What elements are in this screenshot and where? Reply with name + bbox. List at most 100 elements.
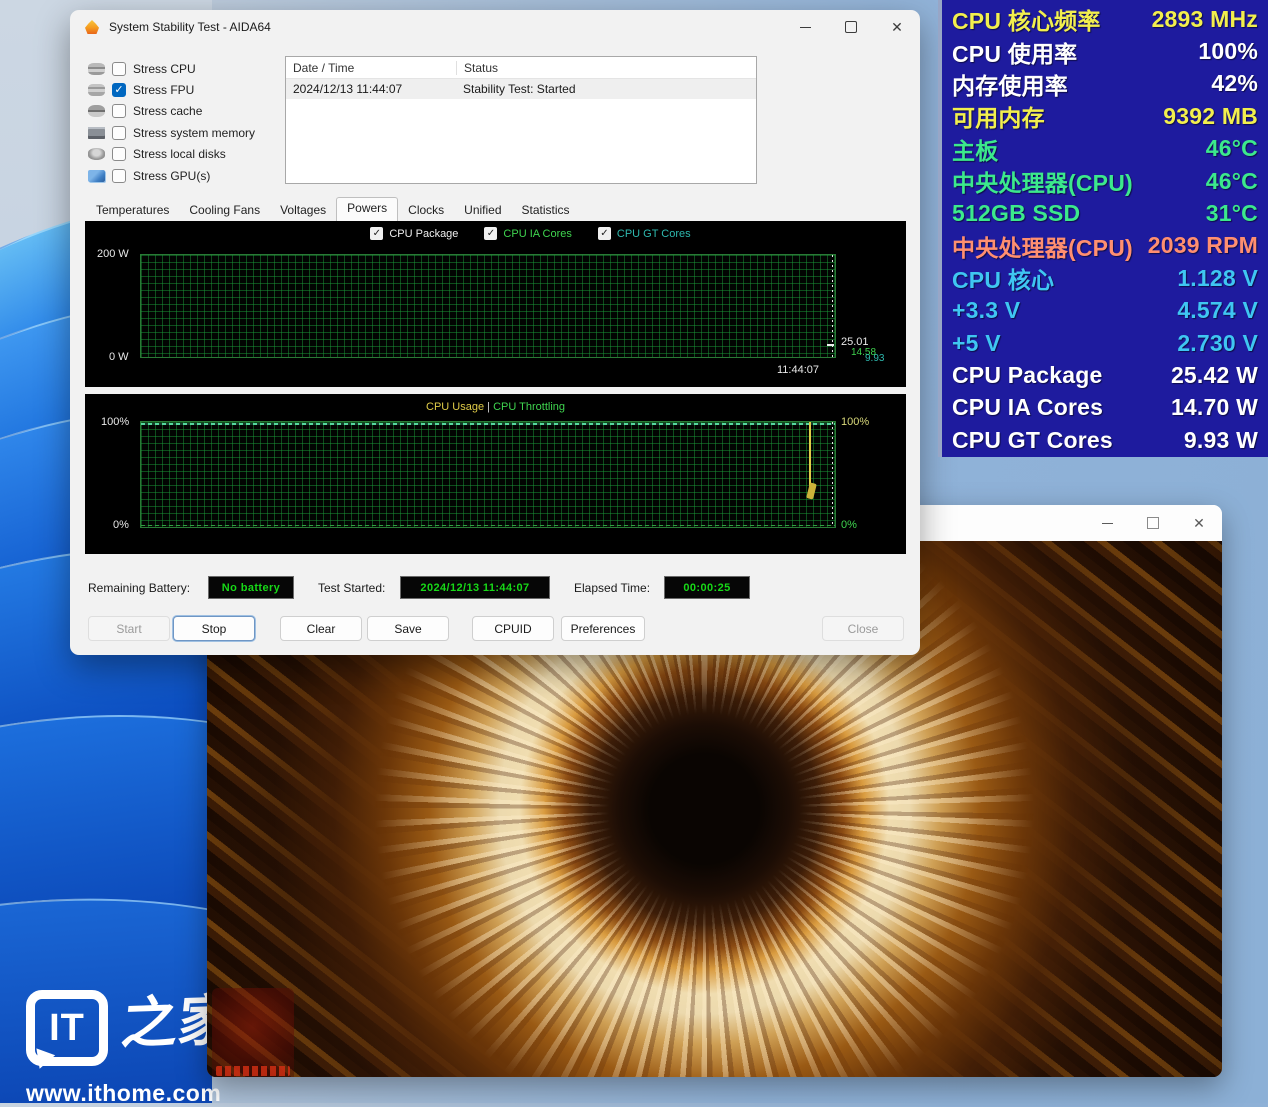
column-header-status[interactable]: Status [457,61,498,75]
maximize-icon [845,21,857,33]
stop-button[interactable]: Stop [173,616,255,641]
save-button[interactable]: Save [367,616,449,641]
usage-ramp-blob [806,482,817,499]
stress-item[interactable]: Stress cache [88,101,280,122]
power-chart-legend: ✓CPU Package✓CPU IA Cores✓CPU GT Cores [85,227,906,240]
legend-label: CPU Package [389,228,458,240]
osd-row-label: CPU 核心 [952,261,1054,295]
button-row: StartStop ClearSave CPUID Preferences Close [70,616,920,642]
ithome-logo-text: IT [49,1007,85,1050]
checkbox[interactable] [112,126,126,140]
close-button[interactable]: ✕ [874,10,920,44]
status-list-header: Date / Time Status [286,57,756,79]
legend-item: ✓CPU IA Cores [484,227,571,240]
ithome-watermark: IT 之家 www.ithome.com [26,990,234,1107]
disk-icon [88,148,105,160]
stress-item[interactable]: ✓Stress FPU [88,79,280,100]
checkbox[interactable] [112,104,126,118]
tab-cooling-fans[interactable]: Cooling Fans [179,200,270,221]
tab-powers[interactable]: Powers [336,197,398,221]
osd-row-value: 9392 MB [1163,103,1258,130]
legend-item: ✓ CPU Package [370,227,458,240]
close-icon: ✕ [891,20,903,34]
power-ymax-label: 200 W [97,248,129,260]
minimize-icon [1102,523,1113,524]
throttling-title: CPU Throttling [493,401,565,413]
gpu-icon [88,170,105,182]
tab-temperatures[interactable]: Temperatures [86,200,179,221]
osd-row: +5 V2.730 V [952,327,1258,359]
osd-row-label: +3.3 V [952,297,1020,324]
start-button[interactable]: Start [88,616,170,641]
tab-bar: TemperaturesCooling FansVoltagesPowersCl… [86,198,580,221]
usage-left-max: 100% [101,416,129,428]
osd-row-value: 2893 MHz [1152,6,1258,33]
power-plot [140,254,836,358]
osd-row: CPU IA Cores14.70 W [952,392,1258,424]
osd-row-label: CPU 使用率 [952,35,1077,69]
osd-row: +3.3 V4.574 V [952,295,1258,327]
aida64-titlebar[interactable]: System Stability Test - AIDA64 ✕ [70,10,920,44]
osd-row-label: CPU 核心频率 [952,2,1101,36]
checkbox[interactable] [112,169,126,183]
osd-row: CPU GT Cores9.93 W [952,424,1258,456]
checkbox[interactable]: ✓ [112,83,126,97]
battery-value: No battery [208,576,294,599]
usage-left-min: 0% [113,519,129,531]
close-button[interactable]: ✕ [1176,505,1222,541]
status-row[interactable]: 2024/12/13 11:44:07Stability Test: Start… [286,79,756,99]
power-ymin-label: 0 W [109,351,129,363]
osd-row: 主板46°C [952,133,1258,165]
power-chart-panel: ✓CPU Package✓CPU IA Cores✓CPU GT Cores 2… [85,221,906,387]
osd-rows: CPU 核心频率2893 MHzCPU 使用率100%内存使用率42%可用内存9… [952,3,1258,456]
osd-row-label: 内存使用率 [952,67,1068,101]
tab-unified[interactable]: Unified [454,200,511,221]
osd-row-value: 1.128 V [1177,265,1258,292]
checkbox[interactable]: ✓ [484,227,497,240]
usage-right-min: 0% [841,519,857,531]
osd-row-value: 42% [1211,70,1258,97]
legend-label: CPU GT Cores [617,228,691,240]
test-started-value: 2024/12/13 11:44:07 [400,576,550,599]
chart-cursor [832,422,833,527]
checkbox[interactable]: ✓ [598,227,611,240]
maximize-icon [1147,517,1159,529]
checkbox[interactable] [112,147,126,161]
osd-row-value: 2.730 V [1177,330,1258,357]
maximize-button[interactable] [828,10,874,44]
close-icon: ✕ [1193,516,1205,530]
aida64-window: System Stability Test - AIDA64 ✕ Stress … [70,10,920,655]
legend-item: ✓ CPU GT Cores [598,227,691,240]
tab-voltages[interactable]: Voltages [270,200,336,221]
power-time-label: 11:44:07 [777,364,819,376]
checkbox[interactable]: ✓ [370,227,383,240]
minimize-button[interactable] [1084,505,1130,541]
osd-row-label: CPU Package [952,362,1103,389]
maximize-button[interactable] [1130,505,1176,541]
column-header-datetime[interactable]: Date / Time [286,61,457,75]
osd-row-value: 2039 RPM [1148,232,1258,259]
osd-row: 中央处理器(CPU)46°C [952,165,1258,197]
usage-chart-panel: CPU Usage | CPU Throttling 100% 0% 100% … [85,394,906,554]
tab-statistics[interactable]: Statistics [512,200,580,221]
stress-item[interactable]: Stress CPU [88,58,280,79]
stress-item[interactable]: Stress GPU(s) [88,165,280,186]
clear-button[interactable]: Clear [280,616,362,641]
minimize-button[interactable] [782,10,828,44]
cpu-gt-value-label: 9.93 [865,353,884,364]
tab-clocks[interactable]: Clocks [398,200,454,221]
osd-row-value: 25.42 W [1171,362,1258,389]
stress-item-label: Stress system memory [133,126,255,140]
close-button[interactable]: Close [822,616,904,641]
checkbox[interactable] [112,62,126,76]
osd-row-label: 中央处理器(CPU) [952,229,1133,263]
stress-item[interactable]: Stress system memory [88,122,280,143]
preferences-button[interactable]: Preferences [561,616,645,641]
window-title: System Stability Test - AIDA64 [109,20,271,34]
osd-row-label: 主板 [952,132,998,166]
stress-item[interactable]: Stress local disks [88,144,280,165]
osd-row-label: 中央处理器(CPU) [952,164,1133,198]
stress-item-label: Stress GPU(s) [133,169,210,183]
cpuid-button[interactable]: CPUID [472,616,554,641]
cpu-package-tick [827,344,834,346]
